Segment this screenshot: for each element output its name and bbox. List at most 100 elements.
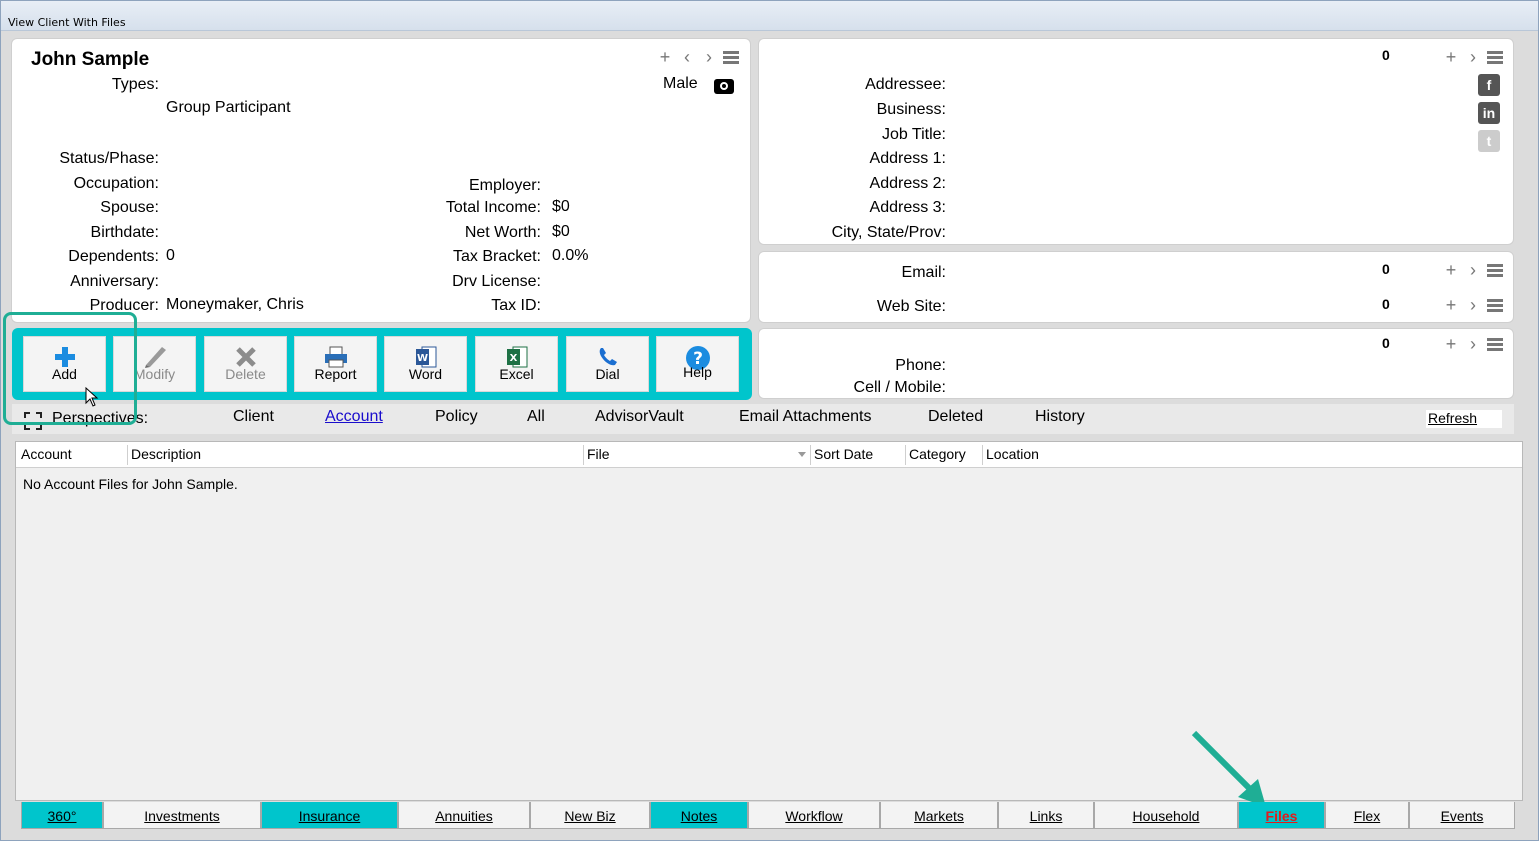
client-nav-icons: + ‹ › xyxy=(657,47,739,68)
tab-events[interactable]: Events xyxy=(1409,802,1515,829)
tab-investments[interactable]: Investments xyxy=(103,802,261,829)
cursor-icon xyxy=(85,386,99,412)
window-title: View Client With Files xyxy=(1,1,1538,31)
chevron-right-icon[interactable]: › xyxy=(1465,334,1481,355)
dependents-label: Dependents: xyxy=(68,248,159,265)
birthdate-label: Birthdate: xyxy=(90,224,159,241)
phone-label: Phone: xyxy=(895,357,946,374)
delete-label: Delete xyxy=(225,366,266,382)
client-name: John Sample xyxy=(31,49,150,70)
bottom-tabs: 360° Investments Insurance Annuities New… xyxy=(15,802,1525,832)
col-description[interactable]: Description xyxy=(131,446,201,468)
col-account[interactable]: Account xyxy=(21,446,72,468)
col-location[interactable]: Location xyxy=(986,446,1039,468)
list-icon[interactable] xyxy=(1487,299,1503,312)
add-icon[interactable]: + xyxy=(1443,295,1459,316)
business-label: Business: xyxy=(876,101,946,118)
address-panel: 0 + › Addressee: Business: Job Title: Ad… xyxy=(758,38,1514,245)
refresh-button[interactable]: Refresh xyxy=(1426,410,1502,428)
dependents-value: 0 xyxy=(166,247,175,264)
types-label: Types: xyxy=(111,76,159,93)
list-icon[interactable] xyxy=(723,51,739,64)
tab-email-attachments[interactable]: Email Attachments xyxy=(739,408,872,426)
drv-license-label: Drv License: xyxy=(452,273,541,290)
grid-header: Account Description File Sort Date Categ… xyxy=(16,442,1522,468)
window: View Client With Files John Sample + ‹ ›… xyxy=(0,0,1539,841)
dial-button[interactable]: Dial xyxy=(566,336,649,392)
tab-notes[interactable]: Notes xyxy=(650,802,748,829)
report-button[interactable]: Report xyxy=(294,336,377,392)
anniversary-label: Anniversary: xyxy=(70,273,159,290)
dial-label: Dial xyxy=(595,366,620,382)
tab-new-biz[interactable]: New Biz xyxy=(530,802,650,829)
chevron-right-icon[interactable]: › xyxy=(701,47,717,68)
excel-label: Excel xyxy=(499,366,534,382)
address1-label: Address 1: xyxy=(869,150,946,167)
add-icon[interactable]: + xyxy=(1443,260,1459,281)
chevron-right-icon[interactable]: › xyxy=(1465,260,1481,281)
add-icon[interactable]: + xyxy=(657,47,673,68)
address3-label: Address 3: xyxy=(869,199,946,216)
add-icon[interactable]: + xyxy=(1443,47,1459,68)
tab-annuities[interactable]: Annuities xyxy=(398,802,530,829)
delete-button[interactable]: Delete xyxy=(204,336,287,392)
help-button[interactable]: ? Help xyxy=(656,336,739,392)
linkedin-icon[interactable]: in xyxy=(1478,102,1500,124)
tab-flex[interactable]: Flex xyxy=(1325,802,1409,829)
report-label: Report xyxy=(314,366,357,382)
tab-360[interactable]: 360° xyxy=(21,802,103,829)
tab-workflow[interactable]: Workflow xyxy=(748,802,880,829)
tab-client[interactable]: Client xyxy=(233,408,274,426)
tab-policy[interactable]: Policy xyxy=(435,408,478,426)
city-state-label: City, State/Prov: xyxy=(831,224,946,241)
phone-panel: 0 + › Phone: Cell / Mobile: xyxy=(758,328,1514,399)
list-icon[interactable] xyxy=(1487,338,1503,351)
tab-history[interactable]: History xyxy=(1035,408,1085,426)
tab-all[interactable]: All xyxy=(527,408,545,426)
excel-button[interactable]: X Excel xyxy=(475,336,558,392)
status-phase-label: Status/Phase: xyxy=(59,150,159,167)
sort-arrow-icon xyxy=(798,452,806,457)
tab-insurance[interactable]: Insurance xyxy=(261,802,398,829)
email-nav-icons: + › xyxy=(1443,260,1503,281)
word-button[interactable]: W Word xyxy=(384,336,467,392)
chevron-right-icon[interactable]: › xyxy=(1465,47,1481,68)
tab-files[interactable]: Files xyxy=(1238,802,1325,829)
tab-links[interactable]: Links xyxy=(998,802,1094,829)
tab-household[interactable]: Household xyxy=(1094,802,1238,829)
spouse-label: Spouse: xyxy=(100,199,159,216)
files-grid[interactable]: Account Description File Sort Date Categ… xyxy=(15,441,1523,801)
col-sort-date[interactable]: Sort Date xyxy=(814,446,873,468)
camera-icon[interactable] xyxy=(714,79,734,94)
tax-id-label: Tax ID: xyxy=(491,297,541,314)
phone-count: 0 xyxy=(1382,335,1390,351)
producer-value: Moneymaker, Chris xyxy=(166,296,304,313)
client-panel: John Sample + ‹ › Male Types: Group Part… xyxy=(11,38,751,323)
tab-deleted[interactable]: Deleted xyxy=(928,408,983,426)
address-nav-icons: + › xyxy=(1443,47,1503,68)
tab-account[interactable]: Account xyxy=(325,408,383,426)
twitter-icon[interactable]: t xyxy=(1478,130,1500,152)
total-income-label: Total Income: xyxy=(445,199,541,216)
web-nav-icons: + › xyxy=(1443,295,1503,316)
chevron-right-icon[interactable]: › xyxy=(1465,295,1481,316)
tab-markets[interactable]: Markets xyxy=(880,802,998,829)
tab-advisorvault[interactable]: AdvisorVault xyxy=(595,408,684,426)
col-category[interactable]: Category xyxy=(909,446,966,468)
list-icon[interactable] xyxy=(1487,264,1503,277)
addressee-label: Addressee: xyxy=(865,76,946,93)
phone-nav-icons: + › xyxy=(1443,334,1503,355)
address-count: 0 xyxy=(1382,47,1390,63)
list-icon[interactable] xyxy=(1487,51,1503,64)
facebook-icon[interactable]: f xyxy=(1478,74,1500,96)
chevron-left-icon[interactable]: ‹ xyxy=(679,47,695,68)
add-highlight xyxy=(3,312,137,425)
add-icon[interactable]: + xyxy=(1443,334,1459,355)
email-count: 0 xyxy=(1382,261,1390,277)
svg-text:W: W xyxy=(416,353,427,364)
help-label: Help xyxy=(683,364,712,380)
cell-label: Cell / Mobile: xyxy=(853,379,946,396)
types-value: Group Participant xyxy=(166,99,291,116)
email-label: Email: xyxy=(901,264,946,281)
col-file[interactable]: File xyxy=(587,446,610,468)
